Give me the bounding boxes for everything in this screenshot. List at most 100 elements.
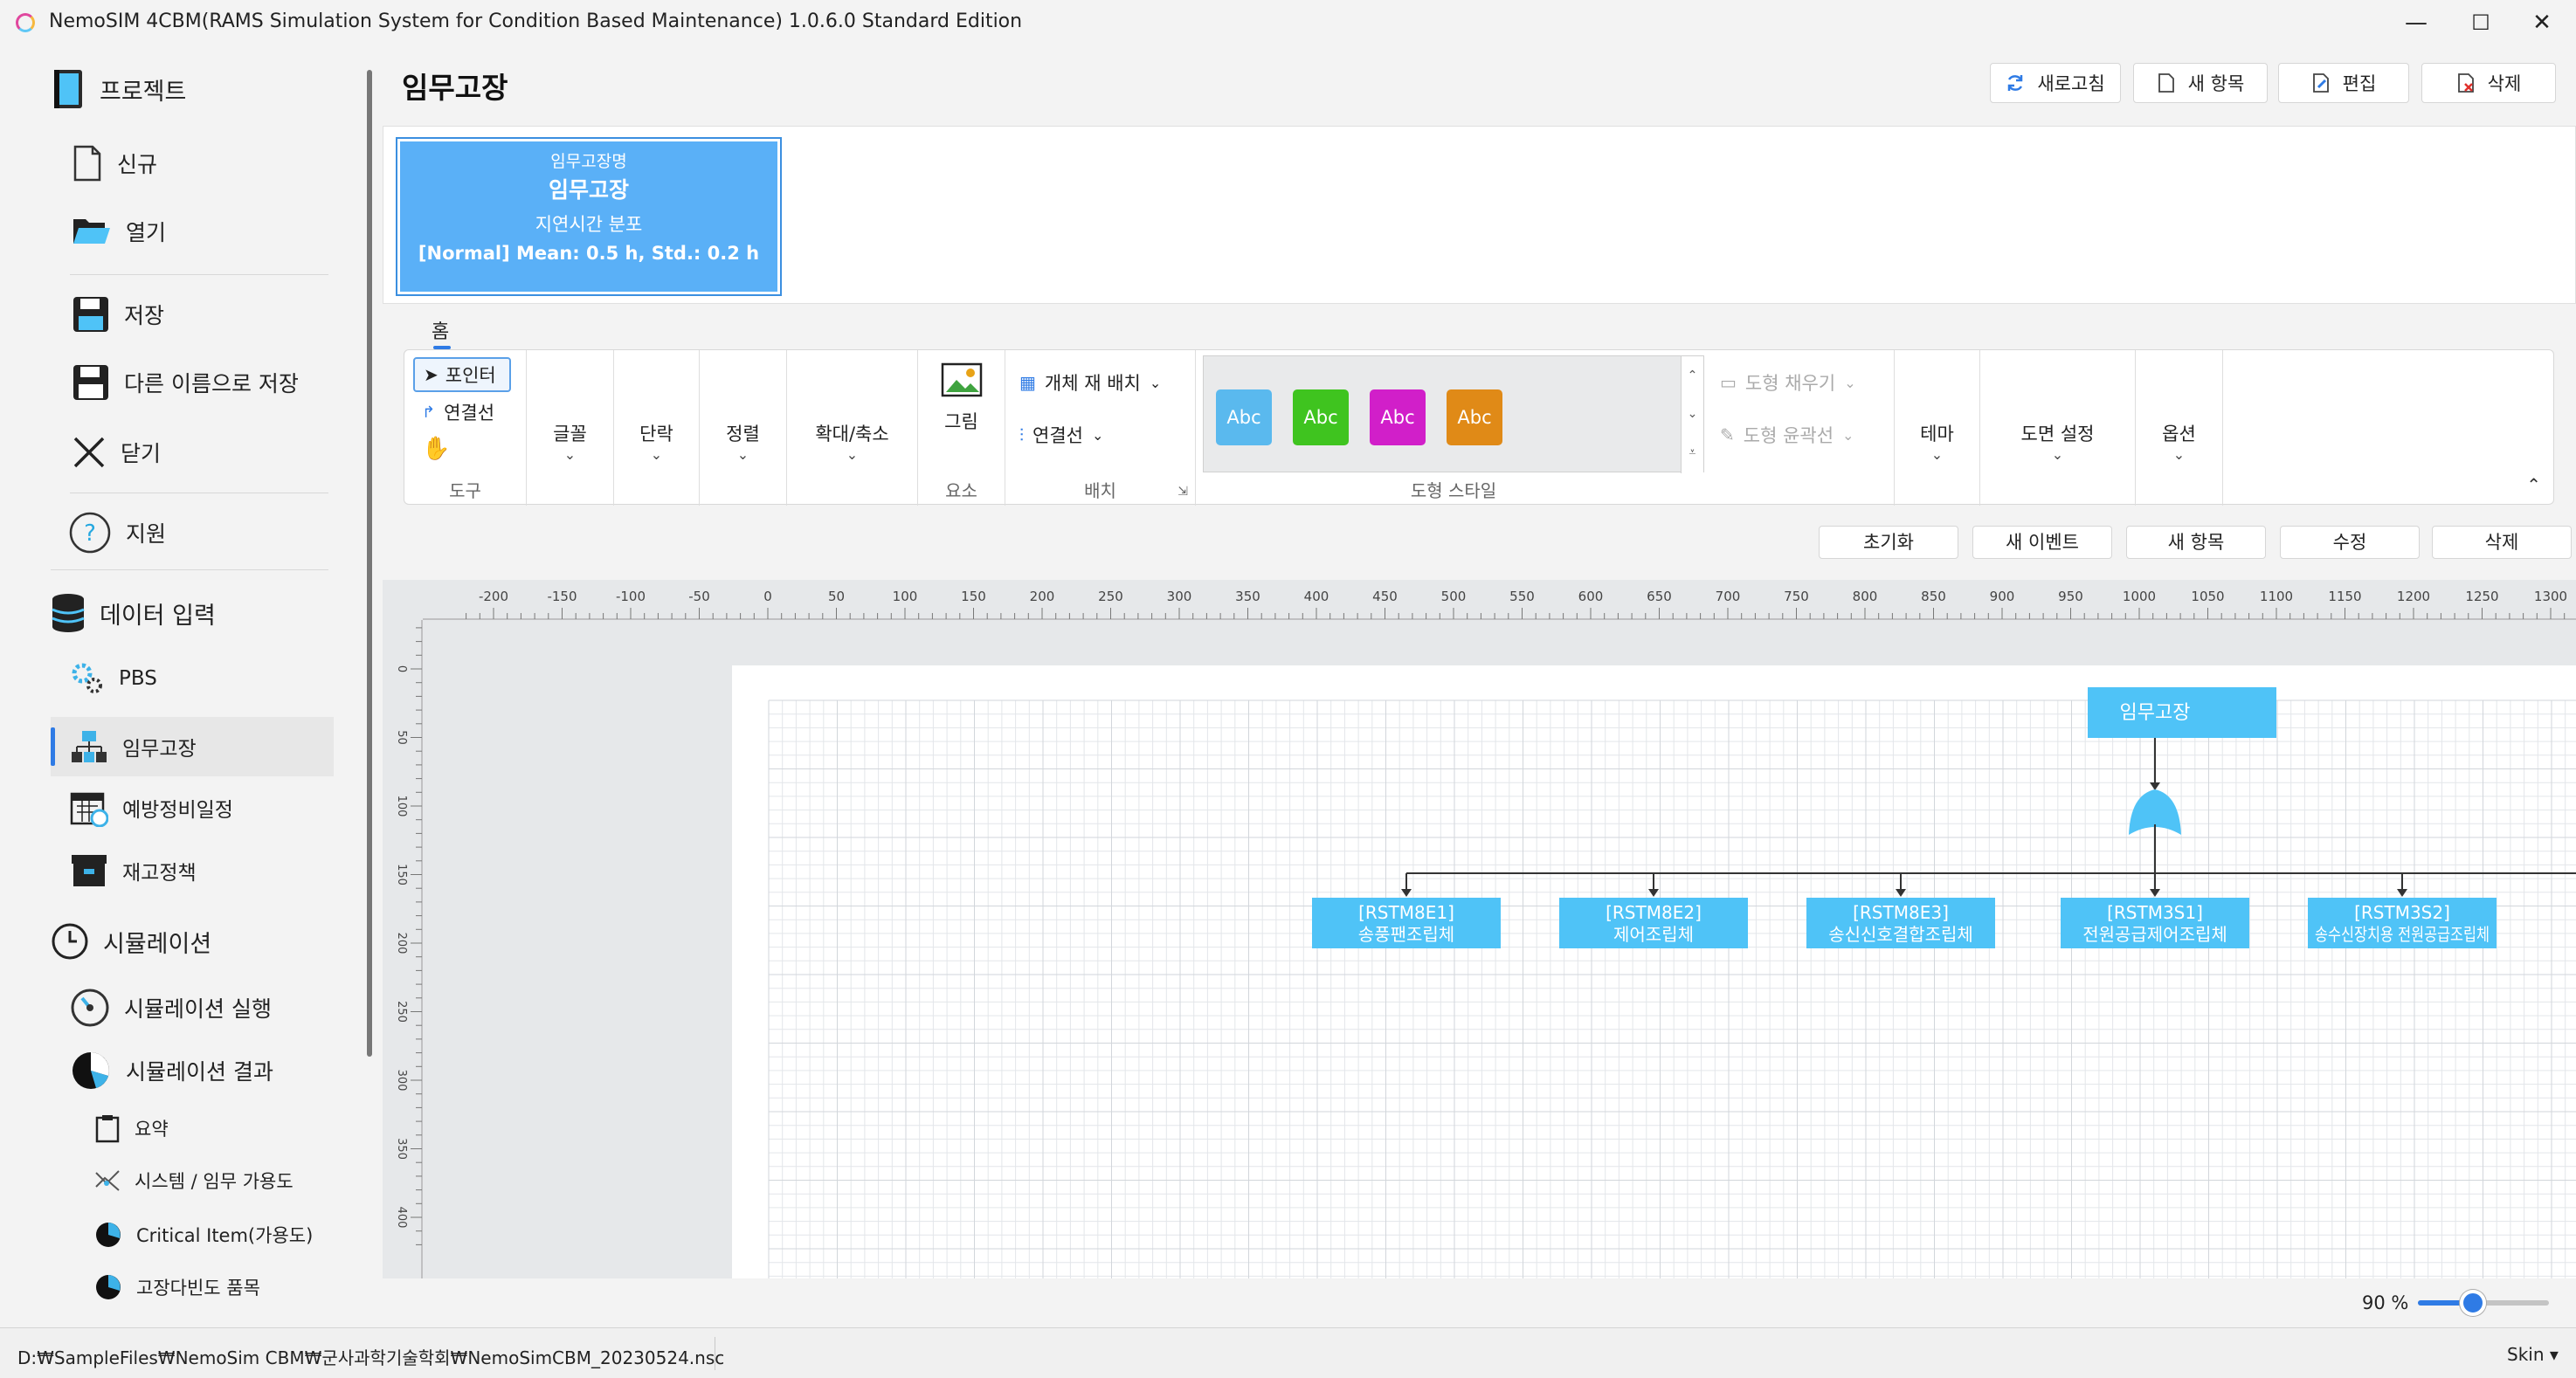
ruler-label: 650	[1647, 589, 1672, 604]
sidebar-item-save-as[interactable]: 다른 이름으로 저장	[72, 358, 299, 407]
ribbon-group-page-setup[interactable]: 도면 설정 ⌄	[1980, 350, 2136, 506]
hierarchy-icon	[70, 729, 108, 764]
gallery-down-icon[interactable]: ⌄	[1682, 395, 1703, 433]
page-setup-button[interactable]: 도면 설정 ⌄	[1980, 420, 2135, 463]
shape-outline-button[interactable]: ✎ 도형 윤곽선 ⌄	[1720, 422, 1854, 448]
ruler-label: 0	[763, 589, 772, 604]
reset-button[interactable]: 초기화	[1819, 526, 1958, 559]
font-button[interactable]: 글꼴 ⌄	[527, 420, 613, 463]
connector-menu-button[interactable]: ⫶ 연결선 ⌄	[1019, 422, 1103, 448]
child-node-name: 송풍팬조립체	[1358, 924, 1454, 945]
card-dist-label: 지연시간 분포	[535, 213, 643, 235]
refresh-button[interactable]: 새로고침	[1990, 63, 2121, 103]
sidebar-header-data-input[interactable]: 데이터 입력	[51, 587, 216, 639]
sidebar-item-open[interactable]: 열기	[72, 210, 166, 253]
chevron-down-icon: ⌄	[736, 446, 749, 463]
sidebar-item-run-simulation[interactable]: 시뮬레이션 실행	[70, 983, 272, 1032]
sidebar-item-label: PBS	[119, 667, 157, 690]
sidebar-item-availability[interactable]: 시스템 / 임무 가용도	[94, 1161, 294, 1200]
edit-button[interactable]: 편집	[2278, 63, 2409, 103]
ribbon-group-font[interactable]: 글꼴 ⌄	[527, 350, 614, 506]
relayout-button[interactable]: ▦ 개체 재 배치 ⌄	[1019, 369, 1161, 396]
collapse-ribbon-icon[interactable]: ⌃	[2526, 474, 2541, 495]
sidebar-item-new[interactable]: 신규	[72, 141, 157, 185]
zoom-slider-track[interactable]	[2418, 1290, 2549, 1316]
new-item-action-button[interactable]: 새 항목	[2126, 526, 2266, 559]
ruler-label: 900	[1990, 589, 2015, 604]
zoom-button[interactable]: 확대/축소 ⌄	[787, 420, 917, 463]
ribbon-group-label: 배치	[1084, 480, 1116, 501]
ribbon-group-zoom[interactable]: 확대/축소 ⌄	[787, 350, 918, 506]
mission-failure-card[interactable]: 임무고장명 임무고장 지연시간 분포 [Normal] Mean: 0.5 h,…	[396, 137, 782, 296]
connector-arrow	[1401, 889, 1412, 897]
vertical-ruler: -50050100150200250300350400	[395, 620, 423, 1278]
ribbon-group-label: 도형 스타일	[1410, 480, 1497, 501]
minimize-button[interactable]: —	[2399, 7, 2434, 38]
ruler-label: -50	[688, 589, 710, 604]
shape-fill-button[interactable]: ▭ 도형 채우기 ⌄	[1720, 369, 1856, 396]
pie-icon	[94, 1273, 122, 1301]
ruler-label: 100	[395, 796, 408, 817]
gallery-up-icon[interactable]: ⌃	[1682, 356, 1703, 395]
style-swatch-green[interactable]: Abc	[1293, 389, 1349, 445]
dialog-launcher-icon[interactable]: ⇲	[1178, 485, 1188, 499]
picture-icon	[941, 362, 983, 397]
style-swatch-orange[interactable]: Abc	[1447, 389, 1502, 445]
sidebar-header-project[interactable]: 프로젝트	[51, 63, 186, 115]
ribbon-group-align[interactable]: 정렬 ⌄	[700, 350, 787, 506]
gallery-more-icon[interactable]: ⩡	[1682, 433, 1703, 472]
zoom-slider-thumb[interactable]	[2460, 1290, 2486, 1316]
sidebar-item-critical-item[interactable]: Critical Item(가용도)	[94, 1216, 313, 1254]
ruler-label: 1300	[2534, 589, 2567, 604]
sidebar-item-save[interactable]: 저장	[72, 290, 164, 339]
sidebar-item-preventive-schedule[interactable]: 예방정비일정	[70, 784, 233, 831]
sidebar-header-label: 시뮬레이션	[103, 930, 212, 958]
sidebar-item-pbs[interactable]: PBS	[70, 657, 157, 700]
pan-hand-icon[interactable]: ✋	[422, 436, 450, 462]
skin-menu-button[interactable]: Skin ▾	[2507, 1344, 2559, 1365]
sidebar-item-close[interactable]: 닫기	[72, 428, 161, 477]
modify-button[interactable]: 수정	[2280, 526, 2420, 559]
child-node-name: 송수신장치용 전원공급조립체	[2315, 924, 2490, 945]
new-document-icon	[2157, 73, 2176, 93]
file-path: D:₩SampleFiles₩NemoSim CBM₩군사과학기술학회₩Nemo…	[17, 1347, 725, 1368]
connector-tool-button[interactable]: ↱ 연결선	[422, 399, 494, 425]
ribbon-group-options[interactable]: 옵션 ⌄	[2136, 350, 2223, 506]
sidebar-item-summary[interactable]: 요약	[94, 1109, 169, 1147]
theme-button[interactable]: 테마 ⌄	[1895, 420, 1979, 463]
ruler-label: 150	[961, 589, 986, 604]
ribbon-group-theme[interactable]: 테마 ⌄	[1895, 350, 1980, 506]
picture-button[interactable]: 그림	[918, 362, 1005, 434]
delete-action-button[interactable]: 삭제	[2432, 526, 2572, 559]
style-swatch-magenta[interactable]: Abc	[1370, 389, 1426, 445]
style-swatch-blue[interactable]: Abc	[1216, 389, 1272, 445]
clock-icon	[51, 922, 89, 961]
sidebar-item-inventory-policy[interactable]: 재고정책	[70, 847, 197, 894]
ribbon-tab-home[interactable]: 홈	[432, 316, 449, 344]
diagram-canvas[interactable]: -200 -150 -100 -50 0 50 100 150 200 250 300 350 400 4…	[383, 580, 2576, 1278]
sidebar-item-label: 임무고장	[122, 738, 197, 761]
delete-button[interactable]: 삭제	[2421, 63, 2556, 103]
new-event-button[interactable]: 새 이벤트	[1972, 526, 2112, 559]
ribbon-group-paragraph[interactable]: 단락 ⌄	[614, 350, 700, 506]
ruler-label: 300	[395, 1070, 408, 1092]
sidebar-item-support[interactable]: ? 지원	[68, 506, 166, 559]
sidebar-item-mission-failure[interactable]: 임무고장	[70, 725, 197, 768]
new-item-button[interactable]: 새 항목	[2133, 63, 2268, 103]
sidebar-item-high-failure[interactable]: 고장다빈도 품목	[94, 1268, 260, 1306]
maximize-button[interactable]: ☐	[2463, 7, 2498, 38]
align-button[interactable]: 정렬 ⌄	[700, 420, 786, 463]
options-button[interactable]: 옵션 ⌄	[2136, 420, 2222, 463]
connector-arrow	[1648, 889, 1659, 897]
sidebar-header-simulation[interactable]: 시뮬레이션	[51, 915, 211, 968]
sidebar-item-simulation-result[interactable]: 시뮬레이션 결과	[70, 1046, 273, 1095]
sidebar-scrollbar[interactable]	[367, 70, 372, 1057]
gallery-scroll[interactable]: ⌃ ⌄ ⩡	[1681, 356, 1703, 473]
sidebar-item-label: 지원	[126, 521, 167, 547]
paragraph-button[interactable]: 단락 ⌄	[614, 420, 699, 463]
close-window-button[interactable]: ✕	[2524, 7, 2559, 38]
ruler-label: 450	[1372, 589, 1398, 604]
connector-arrow	[2150, 889, 2160, 897]
sidebar-item-label: 신규	[117, 152, 158, 177]
pointer-tool-button[interactable]: ➤ 포인터	[413, 357, 511, 392]
